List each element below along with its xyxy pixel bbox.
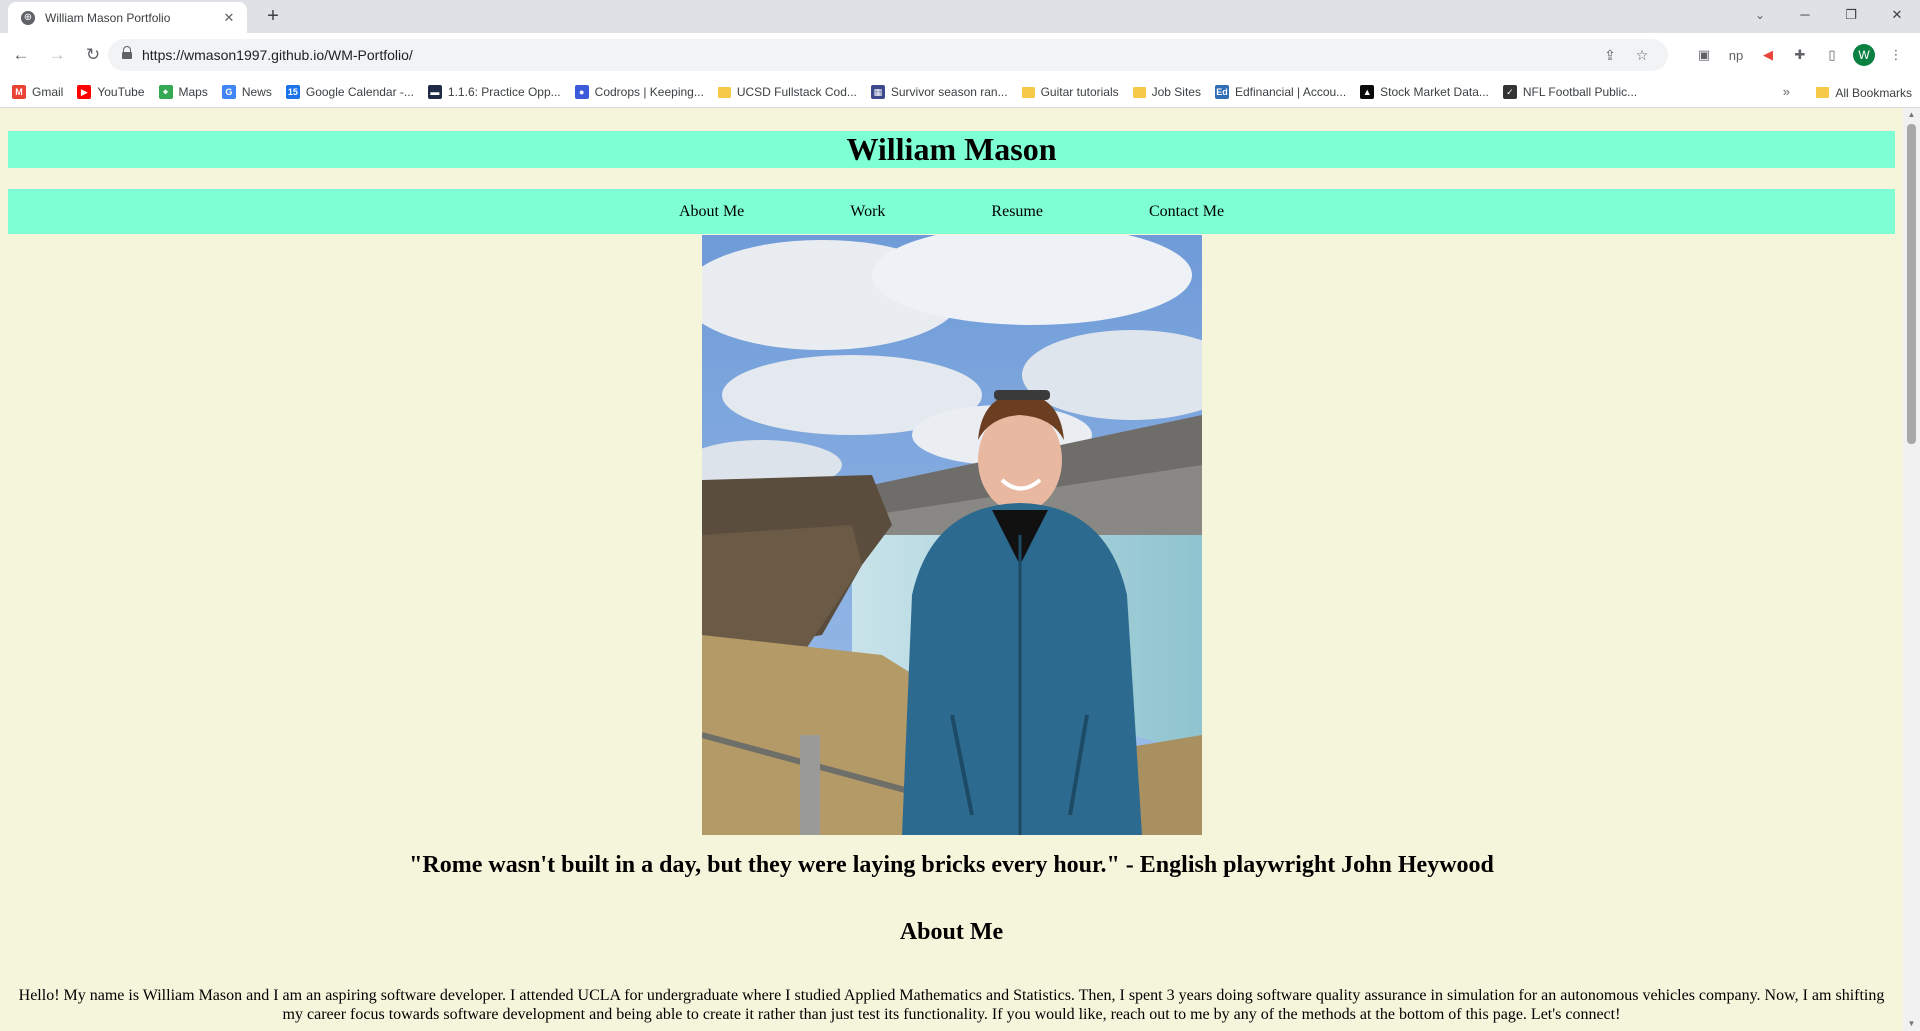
folder-icon xyxy=(1021,86,1035,98)
scroll-thumb[interactable] xyxy=(1907,124,1916,444)
news-icon: G xyxy=(221,85,236,99)
menu-icon[interactable]: ⋮ xyxy=(1880,47,1912,63)
folder-icon xyxy=(717,86,731,98)
bookmark-item[interactable]: 15 Google Calendar -... xyxy=(285,85,414,99)
bookmark-label: YouTube xyxy=(97,85,145,99)
address-bar[interactable]: https://wmason1997.github.io/WM-Portfoli… xyxy=(108,39,1668,71)
bookmark-label: Guitar tutorials xyxy=(1040,85,1119,99)
bookmark-label: Stock Market Data... xyxy=(1380,85,1489,99)
maps-icon: ⌖ xyxy=(158,85,173,99)
bookmark-item[interactable]: UCSD Fullstack Cod... xyxy=(717,85,857,99)
bookmark-label: News xyxy=(241,85,272,99)
extension-icon[interactable]: ◀ xyxy=(1752,47,1784,63)
nfl-icon: ✓ xyxy=(1502,85,1517,99)
youtube-icon: ▶ xyxy=(77,85,92,99)
url-text[interactable]: https://wmason1997.github.io/WM-Portfoli… xyxy=(142,47,413,63)
table-icon: ▦ xyxy=(870,85,885,99)
scroll-up-icon[interactable]: ▲ xyxy=(1903,108,1920,122)
tab-strip: ⊕ William Mason Portfolio ✕ + ⌄ ─ ❐ ✕ xyxy=(0,0,1920,33)
profile-photo-illustration xyxy=(702,235,1202,835)
nav-link-resume[interactable]: Resume xyxy=(991,203,1043,221)
practice-icon: ▬ xyxy=(427,85,442,99)
more-bookmarks-icon[interactable]: » xyxy=(1783,84,1790,99)
stock-icon: ▲ xyxy=(1360,85,1375,99)
quote-text: "Rome wasn't built in a day, but they we… xyxy=(409,852,1494,878)
bookmark-label: Google Calendar -... xyxy=(305,85,414,99)
edfinancial-icon: Ed xyxy=(1214,85,1229,99)
bookmark-item[interactable]: Job Sites xyxy=(1132,85,1201,99)
all-bookmarks-label: All Bookmarks xyxy=(1835,85,1912,100)
bookmark-label: Maps xyxy=(178,85,208,99)
browser-toolbar: ← → ↻ https://wmason1997.github.io/WM-Po… xyxy=(0,33,1920,77)
bookmark-item[interactable]: ✓ NFL Football Public... xyxy=(1502,85,1638,99)
tab-search-icon[interactable]: ⌄ xyxy=(1740,0,1780,30)
bookmark-item[interactable]: ▶ YouTube xyxy=(77,85,145,99)
bookmark-item[interactable]: ▦ Survivor season ran... xyxy=(870,85,1008,99)
site-title: William Mason xyxy=(846,131,1057,167)
extension-icon[interactable]: np xyxy=(1720,48,1752,63)
browser-tab[interactable]: ⊕ William Mason Portfolio ✕ xyxy=(8,2,247,33)
bookmark-item[interactable]: Ed Edfinancial | Accou... xyxy=(1214,85,1347,99)
window-close-icon[interactable]: ✕ xyxy=(1874,0,1920,30)
puzzle-icon[interactable]: ✚ xyxy=(1784,47,1816,63)
about-paragraph: Hello! My name is William Mason and I am… xyxy=(18,987,1885,1023)
all-bookmarks-button[interactable]: All Bookmarks xyxy=(1816,77,1912,108)
profile-photo xyxy=(702,235,1202,835)
bookmark-item[interactable]: ⌖ Maps xyxy=(158,85,208,99)
bookmark-label: Survivor season ran... xyxy=(890,85,1008,99)
tab-title: William Mason Portfolio xyxy=(45,10,171,25)
calendar-icon: 15 xyxy=(285,85,300,99)
minimize-icon[interactable]: ─ xyxy=(1782,0,1828,30)
bookmark-item[interactable]: ● Codrops | Keeping... xyxy=(574,85,704,99)
bookmark-item[interactable]: Guitar tutorials xyxy=(1021,85,1119,99)
back-icon[interactable]: ← xyxy=(6,40,36,70)
nav-link-about[interactable]: About Me xyxy=(679,203,744,221)
about-heading: About Me xyxy=(899,919,1004,945)
folder-icon xyxy=(1816,87,1830,98)
close-icon[interactable]: ✕ xyxy=(221,10,237,26)
globe-icon: ⊕ xyxy=(21,10,35,25)
site-nav: About Me Work Resume Contact Me xyxy=(8,189,1895,234)
scrollbar[interactable]: ▲ ▼ xyxy=(1903,108,1920,1031)
profile-avatar[interactable]: W xyxy=(1853,44,1875,66)
folder-icon xyxy=(1132,86,1146,98)
bookmark-item[interactable]: M Gmail xyxy=(12,85,63,99)
window-controls: ─ ❐ ✕ xyxy=(1782,0,1920,30)
bookmark-star-icon[interactable]: ☆ xyxy=(1626,47,1658,64)
new-tab-button[interactable]: + xyxy=(262,6,284,28)
gmail-icon: M xyxy=(12,85,26,99)
reload-icon[interactable]: ↻ xyxy=(78,40,108,70)
bookmark-label: Edfinancial | Accou... xyxy=(1234,85,1347,99)
bookmark-label: Gmail xyxy=(32,85,64,99)
bookmark-item[interactable]: ▬ 1.1.6: Practice Opp... xyxy=(427,85,561,99)
side-panel-icon[interactable]: ▯ xyxy=(1816,47,1848,63)
bookmark-label: UCSD Fullstack Cod... xyxy=(736,85,857,99)
address-bar-actions: ⇪ ☆ xyxy=(1594,39,1658,71)
bookmark-label: Job Sites xyxy=(1151,85,1201,99)
lock-icon[interactable] xyxy=(122,46,132,60)
extension-icon[interactable]: ▣ xyxy=(1688,47,1720,63)
codrops-icon: ● xyxy=(574,85,589,99)
share-icon[interactable]: ⇪ xyxy=(1594,47,1626,64)
nav-link-work[interactable]: Work xyxy=(850,203,885,221)
bookmark-item[interactable]: G News xyxy=(221,85,272,99)
bookmarks-bar: M Gmail ▶ YouTube ⌖ Maps G News 15 Google Calenda… xyxy=(0,77,1920,108)
nav-link-contact[interactable]: Contact Me xyxy=(1149,203,1224,221)
bookmark-label: NFL Football Public... xyxy=(1522,85,1638,99)
bookmark-label: 1.1.6: Practice Opp... xyxy=(447,85,561,99)
restore-icon[interactable]: ❐ xyxy=(1828,0,1874,30)
forward-icon[interactable]: → xyxy=(42,40,72,70)
extensions-area: ▣ np ◀ ✚ ▯ W ⋮ xyxy=(1688,39,1912,71)
bookmark-item[interactable]: ▲ Stock Market Data... xyxy=(1360,85,1489,99)
scroll-down-icon[interactable]: ▼ xyxy=(1903,1017,1920,1031)
bookmark-label: Codrops | Keeping... xyxy=(594,85,704,99)
page-viewport: William Mason About Me Work Resume Conta… xyxy=(0,108,1920,1031)
site-header: William Mason xyxy=(8,131,1895,168)
